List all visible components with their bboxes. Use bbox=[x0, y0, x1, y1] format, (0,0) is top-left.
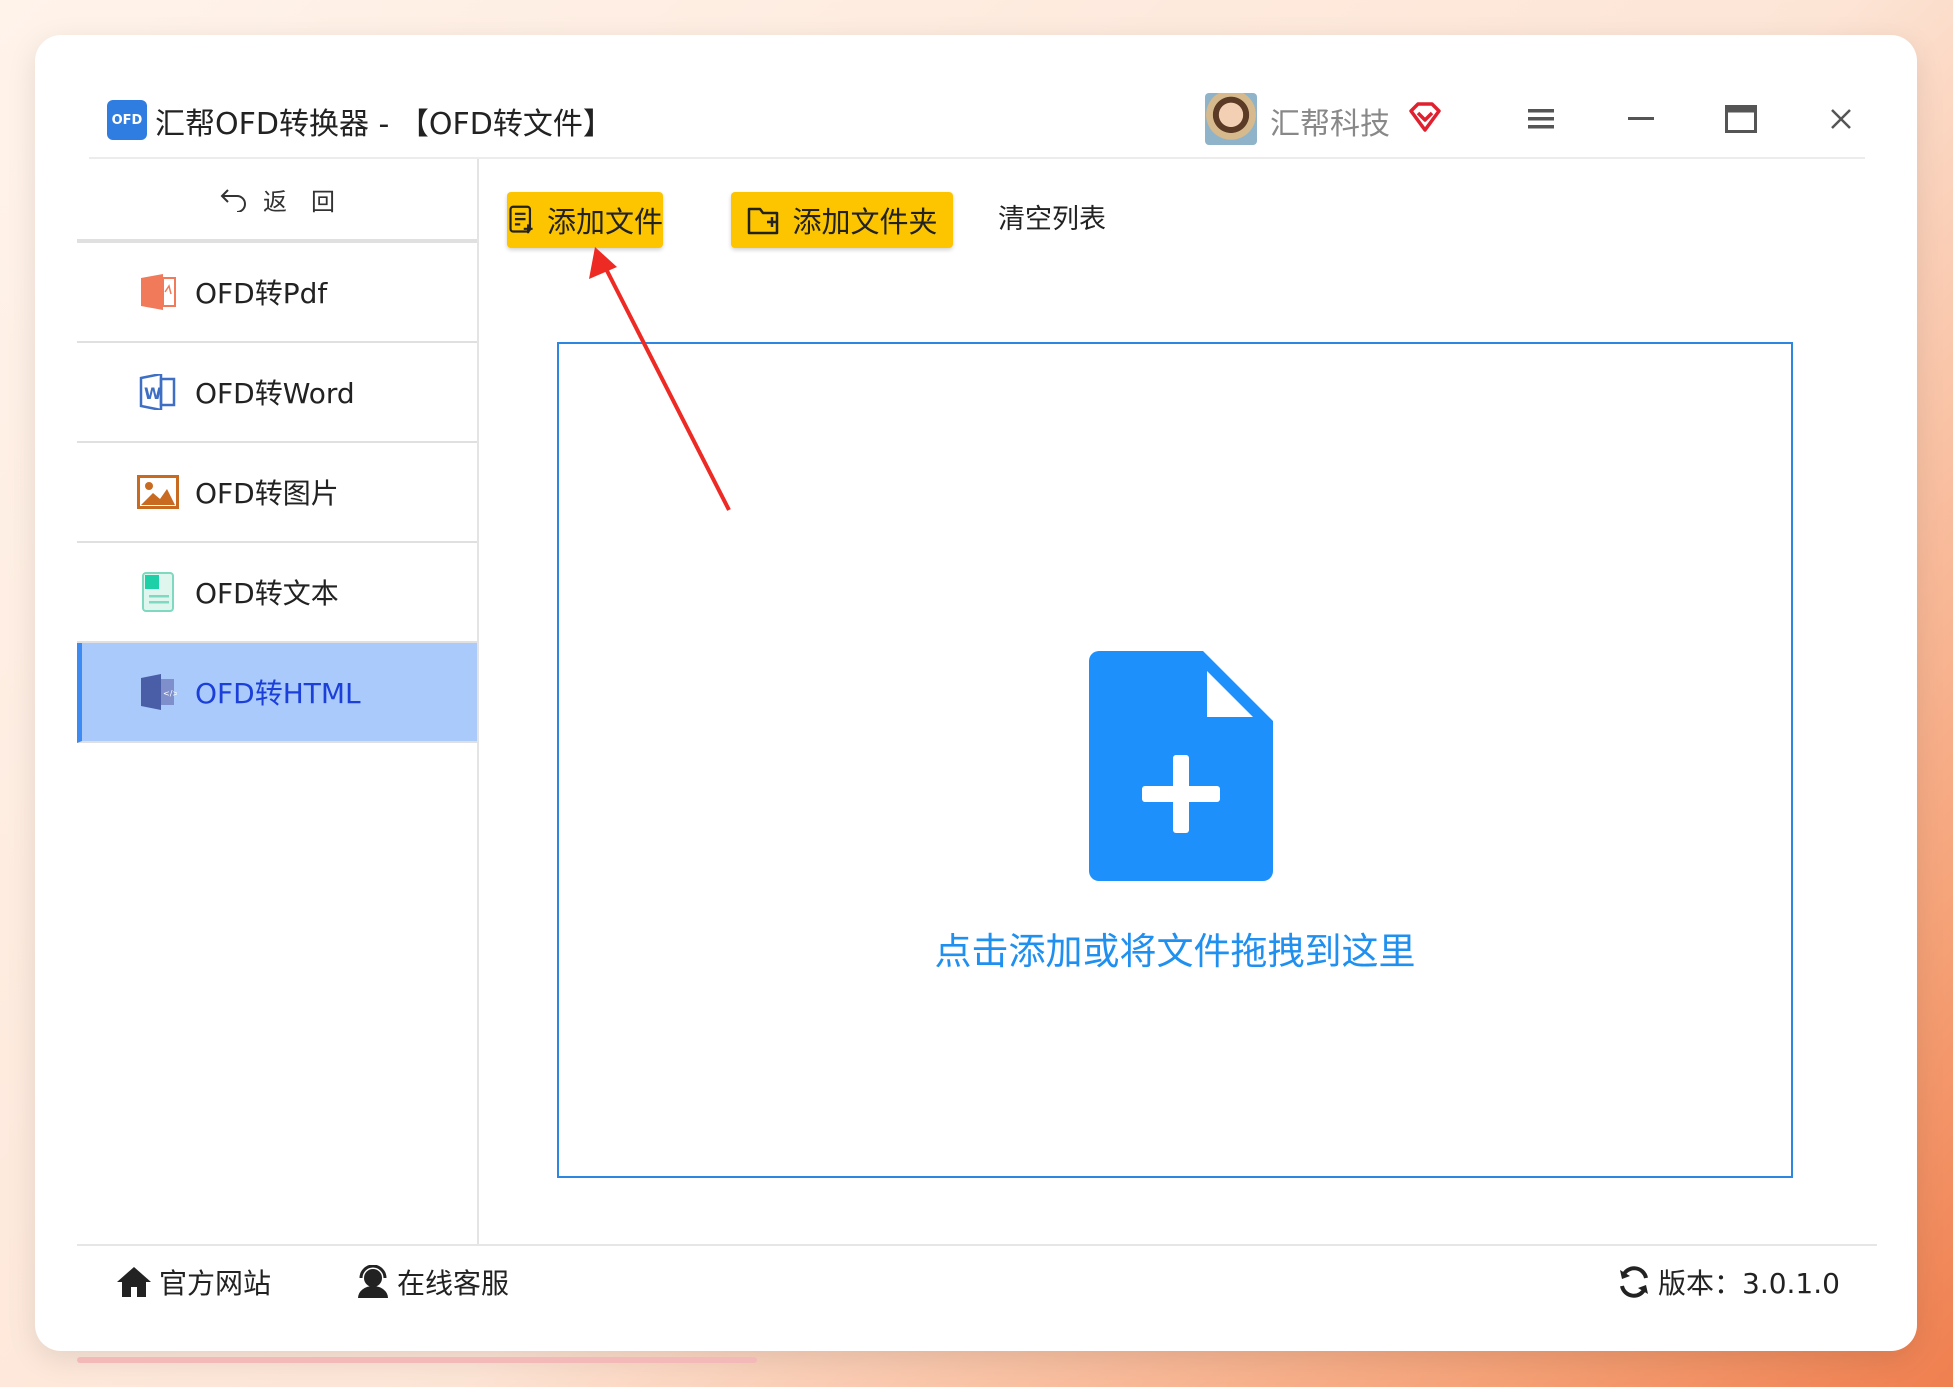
sidebar-item-ofd-to-word[interactable]: W OFD转Word bbox=[77, 343, 477, 443]
official-website-link[interactable]: 官方网站 bbox=[115, 1257, 271, 1307]
bottom-progress-strip bbox=[77, 1357, 757, 1363]
app-window: OFD 汇帮OFD转换器 - 【OFD转文件】 汇帮科技 返 回 OFD转Pdf… bbox=[35, 35, 1917, 1363]
sidebar-item-label: OFD转Word bbox=[195, 377, 355, 410]
sidebar-item-label: OFD转文本 bbox=[195, 577, 339, 610]
maximize-button[interactable] bbox=[1719, 97, 1763, 141]
user-name[interactable]: 汇帮科技 bbox=[1270, 99, 1390, 143]
menu-icon bbox=[1528, 109, 1554, 129]
sidebar-item-ofd-to-html[interactable]: </> OFD转HTML bbox=[77, 643, 477, 743]
image-file-icon bbox=[137, 475, 179, 509]
file-add-icon bbox=[1089, 651, 1273, 881]
text-file-icon bbox=[142, 572, 174, 612]
customer-service-icon bbox=[358, 1265, 388, 1298]
close-icon bbox=[1831, 109, 1851, 129]
add-file-icon bbox=[509, 205, 533, 234]
minimize-button[interactable] bbox=[1619, 97, 1663, 141]
word-file-icon: W bbox=[139, 374, 176, 410]
svg-text:</>: </> bbox=[163, 689, 177, 698]
sidebar-item-ofd-to-pdf[interactable]: OFD转Pdf bbox=[77, 243, 477, 343]
file-drop-zone[interactable]: 点击添加或将文件拖拽到这里 bbox=[557, 342, 1793, 1178]
svg-text:W: W bbox=[144, 384, 162, 403]
home-icon bbox=[117, 1267, 151, 1297]
sidebar: 返 回 OFD转Pdf W OFD转Word OFD转图片 OFD转文本 </>… bbox=[77, 159, 479, 1245]
vip-diamond-icon[interactable] bbox=[1405, 97, 1445, 137]
clear-list-button[interactable]: 清空列表 bbox=[998, 197, 1106, 236]
add-folder-button[interactable]: 添加文件夹 bbox=[731, 192, 953, 248]
minimize-icon bbox=[1628, 117, 1654, 120]
sidebar-item-label: OFD转图片 bbox=[195, 477, 339, 510]
add-folder-icon bbox=[748, 207, 779, 235]
sidebar-item-label: OFD转HTML bbox=[195, 677, 361, 710]
title-bar: OFD 汇帮OFD转换器 - 【OFD转文件】 汇帮科技 bbox=[35, 35, 1917, 160]
add-file-button[interactable]: 添加文件 bbox=[507, 192, 663, 248]
online-support-link[interactable]: 在线客服 bbox=[355, 1257, 509, 1307]
sidebar-item-ofd-to-text[interactable]: OFD转文本 bbox=[77, 543, 477, 643]
footer-divider bbox=[77, 1244, 1877, 1246]
app-logo: OFD bbox=[107, 100, 147, 140]
sidebar-item-ofd-to-image[interactable]: OFD转图片 bbox=[77, 443, 477, 543]
close-button[interactable] bbox=[1819, 97, 1863, 141]
refresh-icon bbox=[1620, 1266, 1648, 1298]
maximize-icon bbox=[1725, 105, 1757, 133]
app-title: 汇帮OFD转换器 - 【OFD转文件】 bbox=[155, 107, 613, 142]
back-arrow-icon bbox=[220, 189, 246, 212]
menu-button[interactable] bbox=[1519, 97, 1563, 141]
version-info[interactable]: 版本：3.0.1.0 bbox=[1616, 1257, 1840, 1307]
avatar[interactable] bbox=[1205, 93, 1257, 145]
back-button[interactable]: 返 回 bbox=[77, 159, 477, 243]
sidebar-item-label: OFD转Pdf bbox=[195, 277, 328, 310]
pdf-file-icon bbox=[141, 274, 176, 310]
html-file-icon: </> bbox=[141, 674, 177, 710]
drop-zone-hint: 点击添加或将文件拖拽到这里 bbox=[934, 930, 1416, 973]
